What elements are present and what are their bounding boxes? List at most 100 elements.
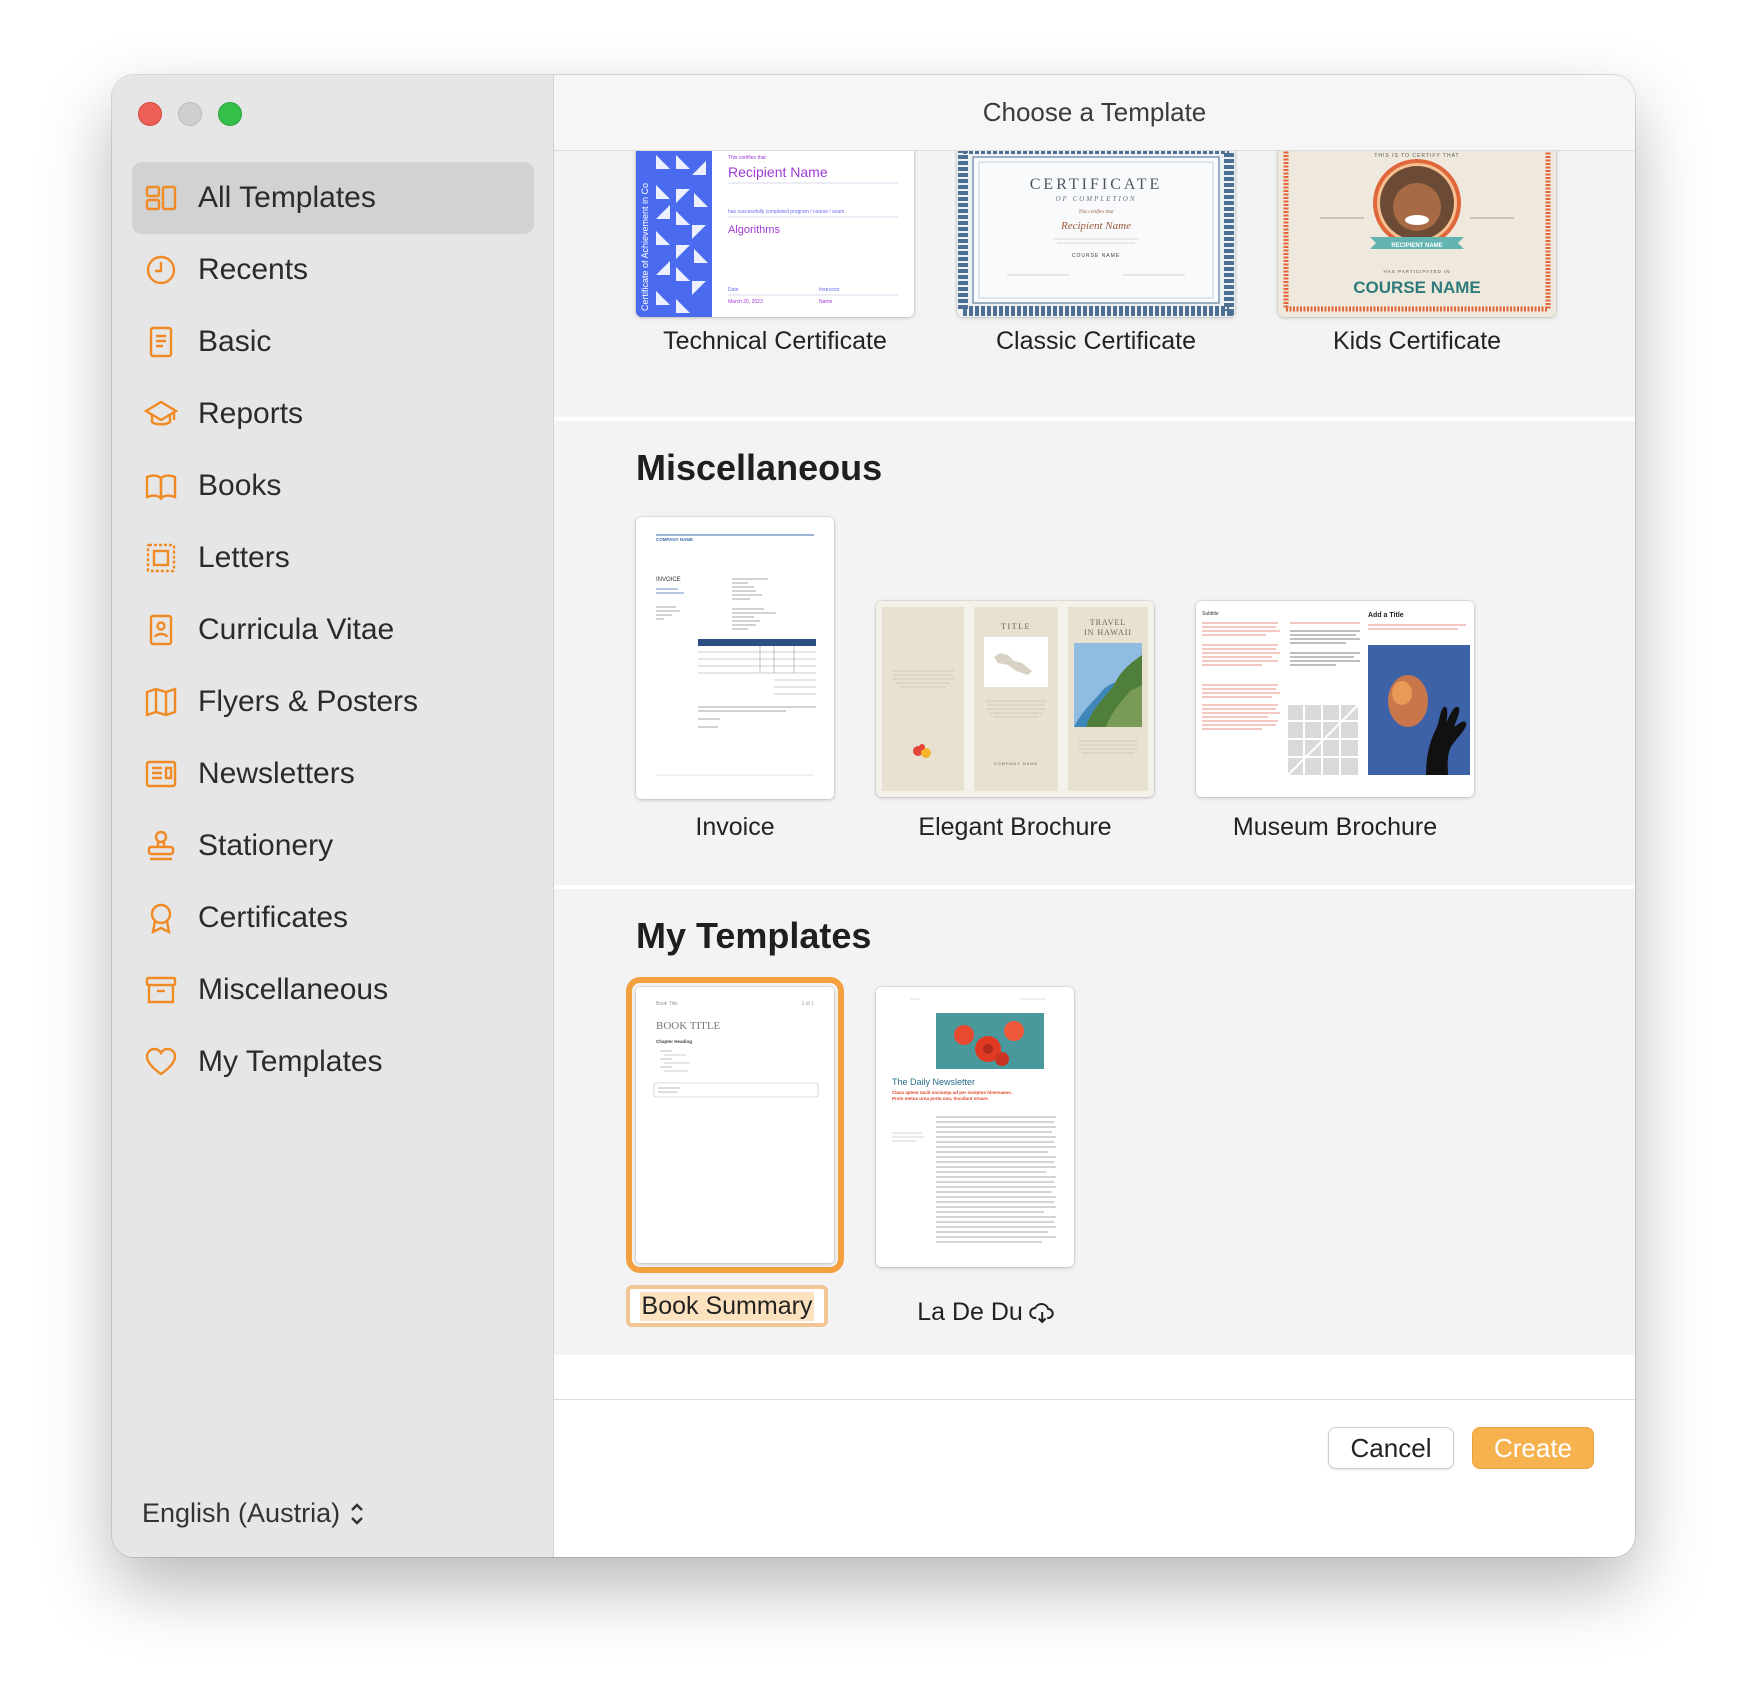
my-templates-section: My Templates Book Title 1 of 1 BOOK TITL… (554, 889, 1635, 1355)
classic-course: COURSE NAME (1072, 253, 1120, 259)
template-name-field-book-summary[interactable]: Book Summary (626, 1285, 828, 1327)
map-folded-icon (144, 685, 178, 719)
person-document-icon (144, 613, 178, 647)
minimize-window-button[interactable] (178, 102, 202, 126)
sidebar-item-label: Curricula Vitae (198, 613, 395, 646)
tech-instructor-value: Name (819, 299, 833, 305)
template-thumbnail-technical-certificate[interactable]: Certificate of Achievement in Co This ce… (636, 151, 914, 317)
grid-icon (144, 181, 178, 215)
kids-course: COURSE NAME (1353, 278, 1481, 297)
cancel-button[interactable]: Cancel (1328, 1427, 1454, 1469)
museum-subtitle: Subtitle (1202, 611, 1219, 617)
template-scroll-area[interactable]: Certificate of Achievement in Co This ce… (554, 151, 1635, 1397)
title-bar: Choose a Template (554, 75, 1635, 151)
book-icon (144, 469, 178, 503)
certificates-section: Certificate of Achievement in Co This ce… (554, 151, 1635, 421)
sidebar-item-newsletters[interactable]: Newsletters (132, 738, 534, 810)
sidebar: All Templates Recents Basic Reports Book… (112, 75, 554, 1557)
heart-icon (144, 1045, 178, 1079)
sidebar-item-label: Books (198, 469, 282, 502)
elegant-hawaii: IN HAWAII (1084, 628, 1132, 637)
clock-icon (144, 253, 178, 287)
sidebar-item-flyers-posters[interactable]: Flyers & Posters (132, 666, 534, 738)
sidebar-item-label: All Templates (198, 181, 376, 214)
template-label-classic-certificate[interactable]: Classic Certificate (996, 327, 1196, 356)
section-title-miscellaneous: Miscellaneous (636, 447, 883, 488)
language-label: English (Austria) (142, 1498, 341, 1528)
sidebar-item-recents[interactable]: Recents (132, 234, 534, 306)
book-page-number: 1 of 1 (801, 1001, 814, 1007)
template-browser: Choose a Template Certificate of Achieve… (554, 75, 1635, 1557)
la-de-du-preview: The Daily Newsletter Class aptent taciti… (876, 987, 1074, 1267)
template-label-kids-certificate[interactable]: Kids Certificate (1333, 327, 1501, 356)
miscellaneous-section: Miscellaneous COMPANY NAME INVOICE Invoi… (554, 421, 1635, 889)
sidebar-item-my-templates[interactable]: My Templates (132, 1026, 534, 1098)
elegant-company: COMPANY NAME (994, 761, 1039, 766)
create-button[interactable]: Create (1472, 1427, 1594, 1469)
language-selector[interactable]: English (Austria) (142, 1498, 366, 1529)
newsletter-subtitle-2: Proin metus urna porta non, tincidunt or… (892, 1096, 989, 1101)
sidebar-item-label: Stationery (198, 829, 334, 862)
newsletter-title: The Daily Newsletter (892, 1077, 975, 1087)
kids-banner: RECIPIENT NAME (1391, 243, 1442, 249)
dialog-footer: Cancel Create (554, 1399, 1635, 1557)
invoice-doc-label: INVOICE (656, 577, 681, 583)
sidebar-item-stationery[interactable]: Stationery (132, 810, 534, 882)
sidebar-item-books[interactable]: Books (132, 450, 534, 522)
book-summary-preview: Book Title 1 of 1 BOOK TITLE Chapter Hea… (636, 987, 834, 1263)
template-thumbnail-museum-brochure[interactable]: Subtitle Add a Title (1196, 601, 1474, 797)
sidebar-item-label: Flyers & Posters (198, 685, 419, 718)
sidebar-item-label: Recents (198, 253, 309, 286)
sidebar-item-label: Certificates (198, 901, 349, 934)
window-title: Choose a Template (982, 97, 1207, 127)
template-thumbnail-kids-certificate[interactable]: THIS IS TO CERTIFY THAT RECIPIENT NAME H… (1278, 151, 1556, 317)
sidebar-item-reports[interactable]: Reports (132, 378, 534, 450)
zoom-window-button[interactable] (218, 102, 242, 126)
kids-top-text: THIS IS TO CERTIFY THAT (1374, 153, 1459, 159)
template-label-la-de-du[interactable]: La De Du (917, 1298, 1055, 1327)
sidebar-item-label: Letters (198, 541, 290, 574)
elegant-brochure-preview: TITLE COMPANY NAME TRAVEL IN HAWAII (876, 601, 1154, 797)
cloud-download-icon (1028, 1302, 1054, 1323)
stamp-letter-icon (144, 541, 178, 575)
museum-brochure-preview: Subtitle Add a Title (1196, 601, 1474, 797)
book-title: BOOK TITLE (656, 1020, 721, 1032)
template-label-la-de-du-text: La De Du (917, 1298, 1023, 1326)
template-label-book-summary: Book Summary (639, 1291, 815, 1321)
kids-certificate-preview: THIS IS TO CERTIFY THAT RECIPIENT NAME H… (1278, 151, 1556, 317)
sidebar-item-certificates[interactable]: Certificates (132, 882, 534, 954)
section-title-my-templates: My Templates (636, 915, 872, 956)
close-window-button[interactable] (138, 102, 162, 126)
sidebar-item-miscellaneous[interactable]: Miscellaneous (132, 954, 534, 1026)
newsletter-subtitle-1: Class aptent taciti sociosqu ad per ince… (892, 1090, 1012, 1095)
template-thumbnail-la-de-du[interactable]: The Daily Newsletter Class aptent taciti… (876, 987, 1074, 1267)
template-label-invoice[interactable]: Invoice (695, 813, 774, 842)
template-thumbnail-book-summary[interactable]: Book Title 1 of 1 BOOK TITLE Chapter Hea… (636, 987, 834, 1263)
tech-side-text: Certificate of Achievement in Co (640, 183, 650, 311)
sidebar-item-label: My Templates (198, 1045, 383, 1078)
graduation-cap-icon (144, 397, 178, 431)
classic-sub: OF COMPLETION (1055, 195, 1136, 203)
sidebar-item-all-templates[interactable]: All Templates (132, 162, 534, 234)
template-label-elegant-brochure[interactable]: Elegant Brochure (918, 813, 1111, 842)
kids-participated: HAS PARTICIPATED IN (1384, 269, 1451, 274)
sidebar-item-curricula-vitae[interactable]: Curricula Vitae (132, 594, 534, 666)
classic-certificate-preview: CERTIFICATE OF COMPLETION This certifies… (957, 151, 1235, 317)
tech-course: Algorithms (728, 224, 780, 236)
ribbon-award-icon (144, 901, 178, 935)
sidebar-item-letters[interactable]: Letters (132, 522, 534, 594)
template-thumbnail-classic-certificate[interactable]: CERTIFICATE OF COMPLETION This certifies… (957, 151, 1235, 317)
technical-certificate-preview: Certificate of Achievement in Co This ce… (636, 151, 914, 317)
template-label-museum-brochure[interactable]: Museum Brochure (1233, 813, 1437, 842)
template-thumbnail-elegant-brochure[interactable]: TITLE COMPANY NAME TRAVEL IN HAWAII (876, 601, 1154, 797)
classic-recipient-name: Recipient Name (1060, 220, 1131, 232)
classic-heading: CERTIFICATE (1030, 176, 1162, 193)
sidebar-item-basic[interactable]: Basic (132, 306, 534, 378)
sidebar-item-label: Miscellaneous (198, 973, 389, 1006)
template-label-technical-certificate[interactable]: Technical Certificate (663, 327, 887, 356)
newspaper-icon (144, 757, 178, 791)
template-thumbnail-invoice[interactable]: COMPANY NAME INVOICE (636, 517, 834, 799)
tech-recipient-name: Recipient Name (728, 164, 828, 180)
category-list: All Templates Recents Basic Reports Book… (132, 162, 534, 1098)
sidebar-item-label: Reports (198, 397, 304, 430)
